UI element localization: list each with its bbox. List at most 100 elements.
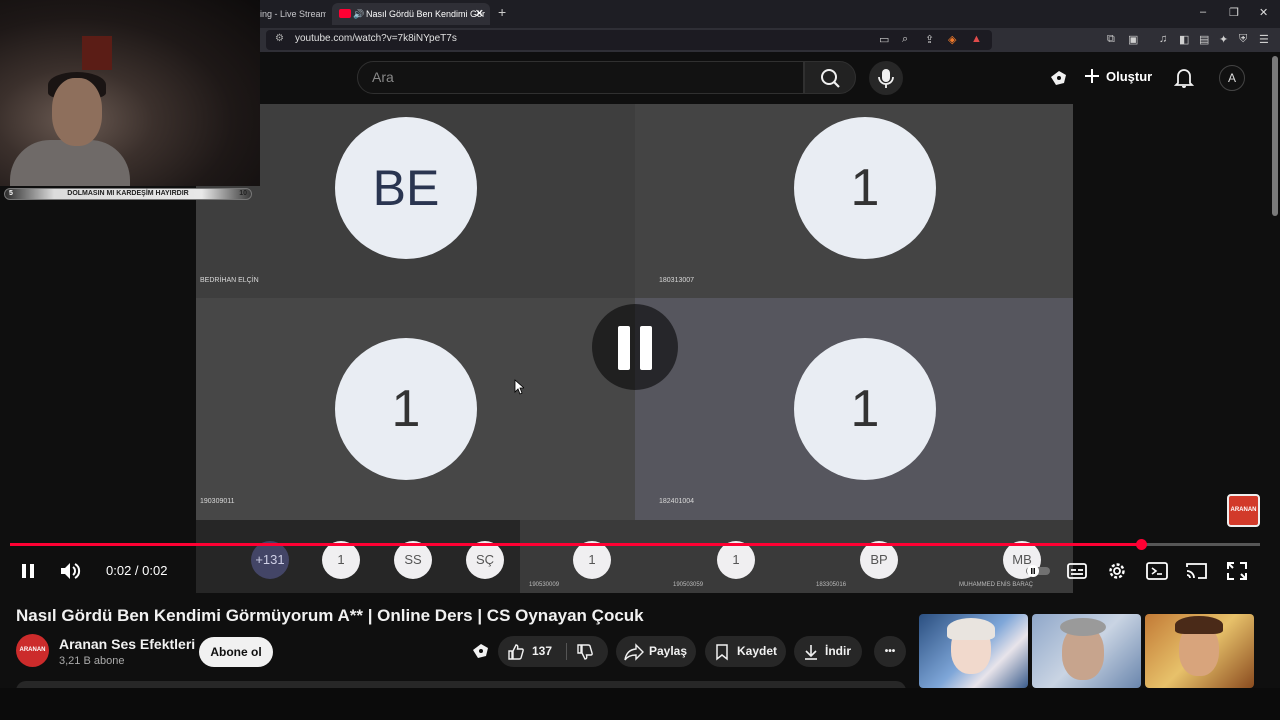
leo-ai-icon[interactable]: ✦ <box>1219 33 1228 46</box>
channel-avatar[interactable]: ARANAN <box>16 634 49 667</box>
subtitles-icon <box>1067 563 1087 579</box>
strip-avatar: SÇ <box>466 541 504 579</box>
extensions-icon[interactable]: ⧉ <box>1107 33 1115 46</box>
gear-icon <box>1109 563 1125 579</box>
related-thumbnail[interactable] <box>1145 614 1254 688</box>
participant-name: 190309011 <box>200 498 235 505</box>
fullscreen-button[interactable] <box>1224 559 1250 583</box>
volume-icon <box>61 563 81 579</box>
participant-tile: 1 180313007 <box>635 104 1073 298</box>
more-actions-button[interactable]: ••• <box>874 636 906 667</box>
strip-label: 183305016 <box>816 582 847 588</box>
voice-search-button[interactable] <box>869 61 903 95</box>
site-settings-icon[interactable]: ⚙ <box>275 33 284 44</box>
participant-initials: 1 <box>794 117 936 259</box>
pause-button[interactable] <box>16 559 42 583</box>
create-button[interactable]: Oluştur <box>1084 68 1152 84</box>
create-label: Oluştur <box>1106 69 1153 84</box>
maximize-button[interactable]: ❐ <box>1229 6 1239 19</box>
download-icon <box>805 645 817 660</box>
vpn-icon[interactable]: ⛨ <box>1239 33 1247 46</box>
page-scrollbar[interactable] <box>1270 56 1278 216</box>
progress-scrubber[interactable] <box>1136 539 1147 550</box>
participant-tile: 1 182401004 <box>635 298 1073 520</box>
miniplayer-button[interactable] <box>1144 559 1170 583</box>
download-button[interactable]: İndir <box>794 636 862 667</box>
tab-label: ing - Live Stream <box>260 9 326 19</box>
sidebar-icon[interactable]: ◧ <box>1179 33 1189 46</box>
progress-fill <box>10 543 1141 546</box>
screen-cast-icon[interactable]: ▭ <box>879 33 889 46</box>
participant-initials: 1 <box>794 338 936 480</box>
sparkle-create-icon[interactable] <box>1048 68 1070 93</box>
webcam-overlay <box>0 0 260 186</box>
brave-rewards-icon[interactable]: ▲ <box>971 33 982 45</box>
plus-icon <box>1085 69 1099 83</box>
volume-button[interactable] <box>58 559 84 583</box>
share-page-icon[interactable]: ⇪ <box>925 33 934 46</box>
tab-search-icon[interactable]: ▣ <box>1128 33 1138 46</box>
close-window-button[interactable]: ✕ <box>1259 6 1268 19</box>
related-thumbnail[interactable] <box>919 614 1028 688</box>
participant-name: BEDRİHAN ELÇİN <box>200 277 259 284</box>
pause-icon <box>22 564 34 578</box>
tab-live-stream[interactable]: ing - Live Stream <box>252 3 326 25</box>
participant-tile: BE BEDRİHAN ELÇİN <box>196 104 635 298</box>
miniplayer-icon <box>1146 562 1168 580</box>
save-label: Kaydet <box>737 644 778 658</box>
youtube-favicon-icon <box>339 9 351 18</box>
subscribe-button[interactable]: Abone ol <box>199 637 273 667</box>
wallet-icon[interactable]: ▤ <box>1199 33 1209 46</box>
participant-name: 182401004 <box>659 498 695 505</box>
participant-initials: BE <box>335 117 477 259</box>
pause-overlay-icon[interactable] <box>592 304 678 390</box>
url-text[interactable]: youtube.com/watch?v=7k8iNYpeT7s <box>295 33 457 44</box>
tab-active-video[interactable]: 🔊 Nasıl Gördü Ben Kendimi Gör ✕ <box>332 3 490 25</box>
mouse-cursor-icon <box>514 379 524 395</box>
webcam-goal-bar: 5 DOLMASIN MI KARDEŞİM HAYIRDIR 10 <box>4 188 252 200</box>
new-tab-button[interactable]: + <box>498 4 506 20</box>
strip-avatar: SS <box>394 541 432 579</box>
cast-button[interactable] <box>1184 559 1210 583</box>
media-icon[interactable]: ♫ <box>1159 33 1167 45</box>
participant-name: 180313007 <box>659 277 695 284</box>
brave-shield-icon[interactable]: ◈ <box>948 33 956 46</box>
strip-label: 190530009 <box>529 582 560 588</box>
related-thumbnail[interactable] <box>1032 614 1141 688</box>
notifications-bell-icon[interactable] <box>1173 67 1195 94</box>
participant-initials: 1 <box>335 338 477 480</box>
share-label: Paylaş <box>649 644 688 658</box>
thumbs-down-icon[interactable] <box>576 643 594 661</box>
search-button[interactable] <box>804 61 856 94</box>
strip-avatar: 1 <box>322 541 360 579</box>
menu-icon[interactable]: ☰ <box>1259 33 1269 46</box>
search-input[interactable]: Ara <box>357 61 804 94</box>
like-count[interactable]: 137 <box>532 636 552 667</box>
goal-start: 5 <box>9 190 13 197</box>
close-tab-icon[interactable]: ✕ <box>475 3 484 25</box>
channel-name[interactable]: Aranan Ses Efektleri <box>59 636 195 652</box>
zoom-icon[interactable]: ⌕ <box>902 33 908 46</box>
share-button[interactable]: Paylaş <box>616 636 696 667</box>
account-avatar[interactable]: A <box>1219 65 1245 91</box>
strip-avatar: +131 <box>251 541 289 579</box>
strip-avatar: 1 <box>573 541 611 579</box>
speaker-icon[interactable]: 🔊 <box>353 3 364 25</box>
goal-text: DOLMASIN MI KARDEŞİM HAYIRDIR <box>67 190 189 197</box>
download-label: İndir <box>825 644 851 658</box>
cast-icon <box>1186 563 1207 579</box>
autoplay-toggle[interactable] <box>1025 559 1051 583</box>
strip-avatar: 1 <box>717 541 755 579</box>
share-icon <box>624 643 644 661</box>
channel-watermark[interactable]: ARANAN <box>1227 494 1260 527</box>
subscriber-count: 3,21 B abone <box>59 655 125 667</box>
microphone-icon <box>878 69 894 88</box>
goal-end: 10 <box>239 190 247 197</box>
save-button[interactable]: Kaydet <box>705 636 786 667</box>
strip-label: 190503059 <box>673 582 704 588</box>
minimize-button[interactable]: – <box>1200 6 1206 18</box>
subtitles-button[interactable] <box>1064 559 1090 583</box>
thumbs-up-icon[interactable] <box>507 643 525 661</box>
settings-button[interactable] <box>1104 559 1130 583</box>
ask-sparkle-icon[interactable] <box>470 641 492 666</box>
